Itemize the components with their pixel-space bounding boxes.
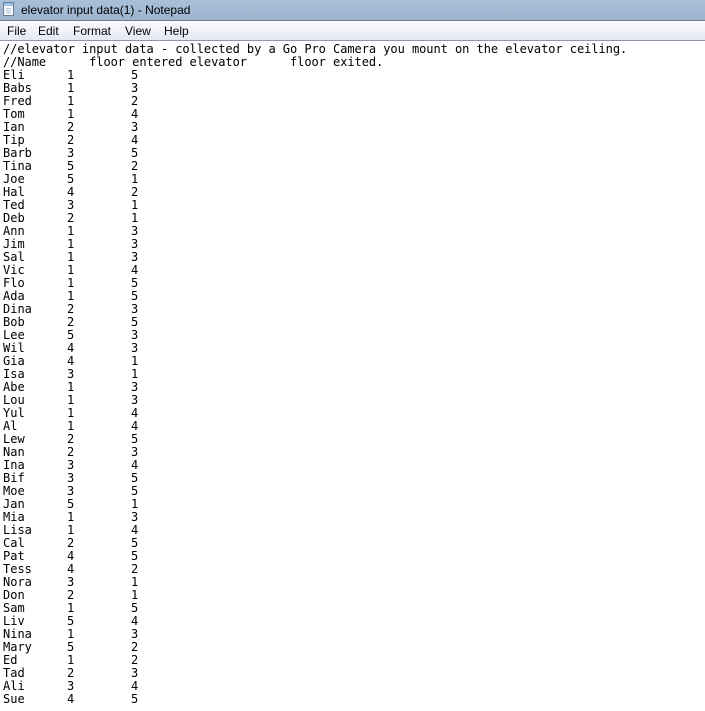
person-name: Sue [3,692,25,706]
column-header-line: //Name floor entered elevator floor exit… [3,55,384,69]
data-row: Cal 2 5 [0,537,200,550]
data-row: Ted 3 1 [0,199,200,212]
menu-help[interactable]: Help [164,24,189,38]
notepad-icon[interactable] [3,2,14,16]
data-row: Ali 3 4 [0,680,200,693]
data-row: Ian 2 3 [0,121,200,134]
data-row: Lou 1 3 [0,394,200,407]
data-row: Moe 3 5 [0,485,200,498]
data-row: Don 2 1 [0,589,200,602]
data-row: Ed 1 2 [0,654,200,667]
data-row: Nan 2 3 [0,446,200,459]
data-row: Jan 5 1 [0,498,200,511]
menu-file[interactable]: File [7,24,26,38]
title-bar[interactable]: elevator input data(1) - Notepad [0,0,705,20]
floor-entered: 4 [67,692,75,706]
data-row: Fred 1 2 [0,95,200,108]
data-row: Joe 5 1 [0,173,200,186]
data-row: Tom 1 4 [0,108,200,121]
menu-format[interactable]: Format [73,24,111,38]
data-row: Jim 1 3 [0,238,200,251]
data-row: Mary 5 2 [0,641,200,654]
data-row: Vic 1 4 [0,264,200,277]
menu-edit[interactable]: Edit [38,24,59,38]
data-row: Bif 3 5 [0,472,200,485]
data-row: Wil 4 3 [0,342,200,355]
floor-exited: 5 [131,692,139,706]
data-row: Ina 3 4 [0,459,200,472]
data-row: Bob 2 5 [0,316,200,329]
data-row: Hal 4 2 [0,186,200,199]
data-row: Dina 2 3 [0,303,200,316]
window-title: elevator input data(1) - Notepad [21,3,191,17]
data-row: Sal 1 3 [0,251,200,264]
text-editor[interactable]: //elevator input data - collected by a G… [0,40,705,711]
data-row: Sam 1 5 [0,602,200,615]
data-row: Al 1 4 [0,420,200,433]
data-row: Yul 1 4 [0,407,200,420]
data-row: Flo 1 5 [0,277,200,290]
data-row: Tad 2 3 [0,667,200,680]
data-row: Abe 1 3 [0,381,200,394]
data-row: Lee 5 3 [0,329,200,342]
data-row: Tina 5 2 [0,160,200,173]
data-row: Ann 1 3 [0,225,200,238]
data-row: Nora 3 1 [0,576,200,589]
data-row: Sue 4 5 [0,693,200,706]
data-row: Gia 4 1 [0,355,200,368]
data-row: Lew 2 5 [0,433,200,446]
data-row: Isa 3 1 [0,368,200,381]
menu-bar: File Edit Format View Help [0,20,705,40]
menu-view[interactable]: View [125,24,151,38]
data-row: Lisa 1 4 [0,524,200,537]
data-row: Deb 2 1 [0,212,200,225]
